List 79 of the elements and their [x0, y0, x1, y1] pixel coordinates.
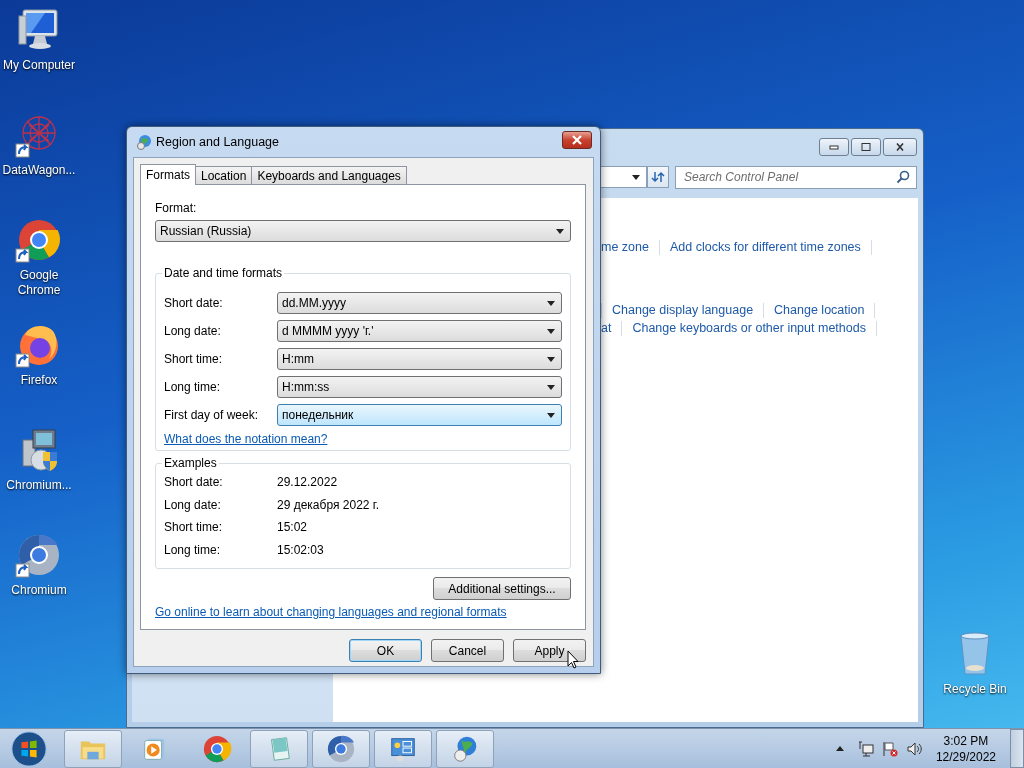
clock-date: 12/29/2022	[935, 748, 996, 765]
field-label: Long date:	[164, 324, 222, 338]
format-dropdown[interactable]: Russian (Russia)	[155, 220, 571, 242]
speaker-icon[interactable]	[905, 740, 922, 757]
minimize-icon	[828, 143, 840, 151]
example-label: Long time:	[164, 542, 222, 557]
clock[interactable]: 3:02 PM 12/29/2022	[929, 732, 1002, 765]
maximize-button[interactable]	[851, 138, 881, 156]
chrome-icon	[202, 733, 232, 764]
desktop-icon-label[interactable]: Firefox	[1, 373, 77, 388]
close-icon	[894, 143, 906, 151]
task-link[interactable]: Add clocks for different time zones	[669, 240, 861, 254]
example-value: 29.12.2022	[277, 475, 338, 490]
windows-logo-icon	[10, 729, 48, 768]
search-icon[interactable]	[896, 169, 910, 184]
task-link[interactable]: at	[601, 321, 612, 335]
close-button[interactable]	[883, 138, 917, 156]
caret-icon	[547, 356, 555, 362]
example-label: Short date:	[164, 475, 224, 490]
caret-icon	[632, 174, 640, 180]
task-link[interactable]: Change location	[774, 303, 865, 317]
caret-icon	[547, 300, 555, 306]
desktop-icon-label[interactable]: DataWagon...	[1, 163, 77, 178]
example-label: Long date:	[164, 497, 222, 512]
format-dropdown[interactable]: d MMMM yyyy 'г.'	[277, 320, 562, 342]
tab[interactable]: Keyboards and Languages	[251, 166, 407, 184]
format-dropdown[interactable]: понедельник	[277, 404, 562, 426]
field-label: Short date:	[164, 296, 224, 310]
format-dropdown[interactable]: H:mm	[277, 348, 562, 370]
format-dropdown[interactable]: dd.MM.yyyy	[277, 292, 562, 314]
network-icon[interactable]	[857, 740, 874, 757]
example-label: Short time:	[164, 520, 224, 535]
caret-icon	[547, 328, 555, 334]
desktop-icon-label[interactable]: Chromium...	[1, 478, 77, 493]
caret-icon	[547, 384, 555, 390]
dialog-button[interactable]: OK	[349, 639, 422, 662]
group-title: Examples	[162, 456, 219, 470]
refresh-button[interactable]	[647, 166, 669, 188]
example-value: 15:02	[277, 520, 308, 535]
format-dropdown[interactable]: H:mm:ss	[277, 376, 562, 398]
taskbar-button[interactable]	[374, 729, 432, 768]
help-link[interactable]: What does the notation mean?	[164, 432, 328, 446]
chromium-icon	[326, 733, 356, 764]
desktop-icon-label[interactable]: My Computer	[1, 58, 77, 73]
task-link[interactable]: Change display language	[612, 303, 754, 317]
close-icon	[571, 135, 583, 145]
minimize-button[interactable]	[819, 138, 849, 156]
refresh-icon	[651, 171, 665, 183]
dialog-button[interactable]: Apply	[513, 639, 586, 662]
group-title: Date and time formats	[162, 266, 285, 280]
show-desktop-button[interactable]	[1010, 729, 1024, 768]
globe-icon	[136, 134, 152, 150]
desktop-icon-label[interactable]: Chromium	[1, 583, 77, 598]
maximize-icon	[860, 143, 872, 151]
desktop-icon-label[interactable]: Google Chrome	[1, 268, 77, 298]
field-label: First day of week:	[164, 408, 260, 422]
additional-settings-button[interactable]: Additional settings...	[433, 577, 571, 600]
caret-icon	[556, 228, 564, 234]
online-link[interactable]: Go online to learn about changing languages and regional formats	[155, 605, 507, 619]
search-field[interactable]: Search Control Panel	[675, 165, 917, 189]
cursor-icon	[567, 650, 579, 669]
example-value: 15:02:03	[277, 542, 324, 557]
window-title: Region and Language	[156, 135, 281, 149]
close-button[interactable]	[562, 131, 592, 149]
tab[interactable]: Location	[195, 166, 253, 184]
flag-icon[interactable]	[881, 740, 898, 757]
task-link[interactable]: Change keyboards or other input methods	[632, 321, 866, 335]
taskbar-button[interactable]	[312, 729, 370, 768]
field-label: Format:	[155, 201, 198, 215]
taskbar-button[interactable]	[436, 729, 494, 768]
dialog-button[interactable]: Cancel	[431, 639, 504, 662]
tab[interactable]: Formats	[140, 164, 196, 185]
task-link[interactable]: me zone	[601, 240, 649, 254]
field-label: Long time:	[164, 380, 222, 394]
example-value: 29 декабря 2022 г.	[277, 497, 380, 512]
clock-time: 3:02 PM	[943, 732, 989, 749]
show-hidden-icons-icon[interactable]	[835, 746, 844, 751]
caret-icon	[547, 412, 555, 418]
field-label: Short time:	[164, 352, 224, 366]
